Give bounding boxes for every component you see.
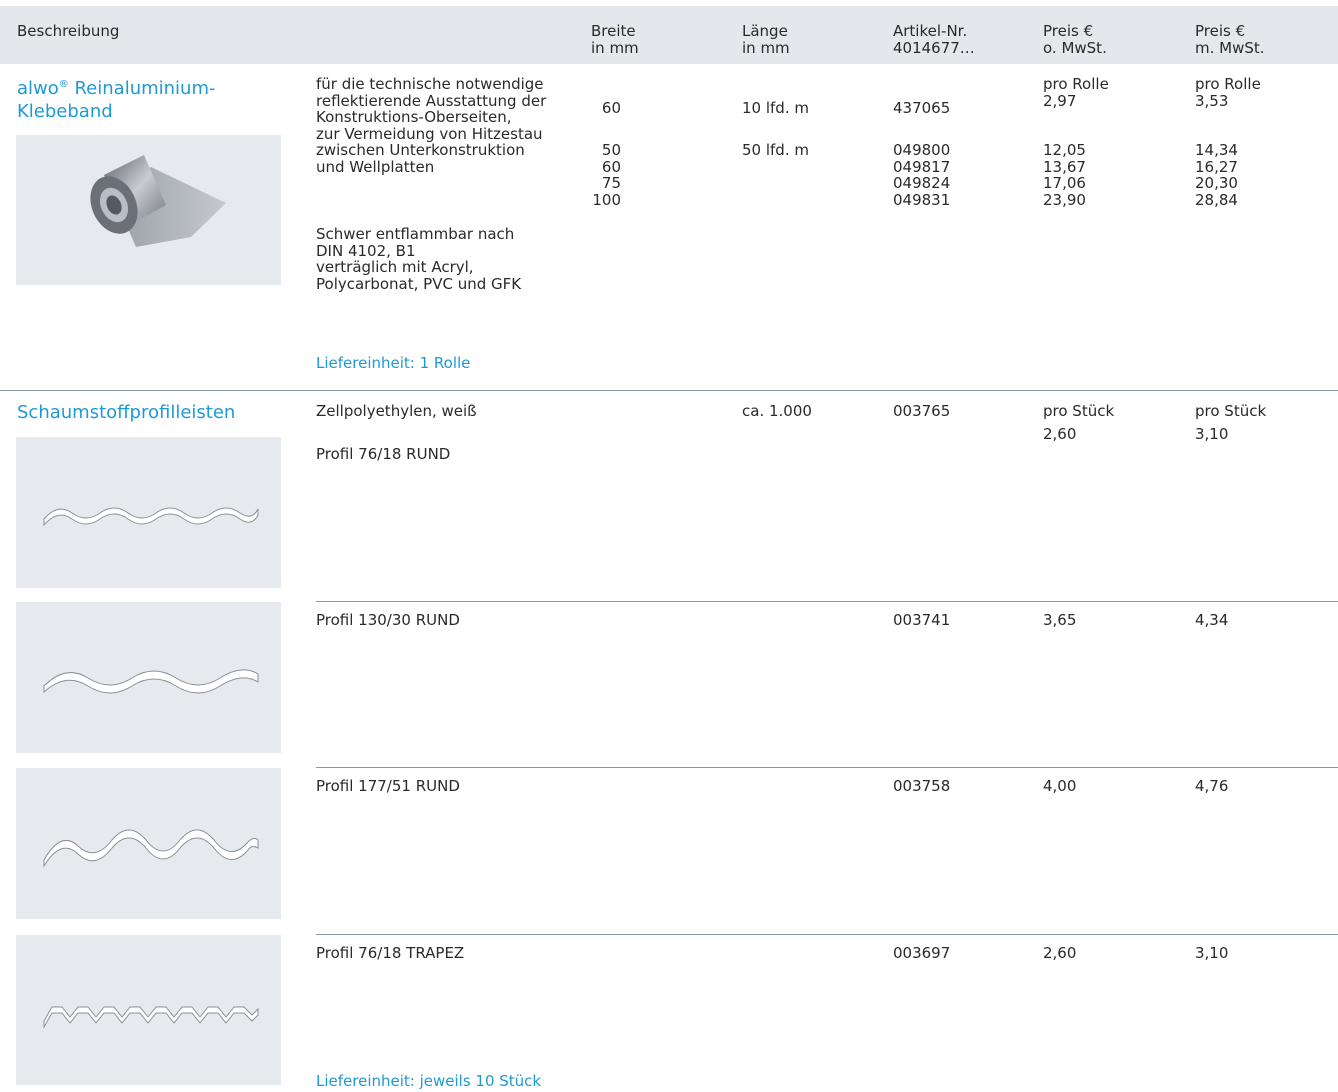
aluminium-tape-description-2: Schwer entflammbar nach DIN 4102, B1 ver… [316, 225, 522, 293]
preis-o-b: 12,05 13,67 17,06 23,90 [1043, 141, 1086, 209]
preis-mit-mwst: 3,10 [1195, 944, 1229, 962]
liefereinheit-stueck: Liefereinheit: jeweils 10 Stück [316, 1072, 542, 1090]
laenge-a: 10 lfd. m [742, 99, 809, 117]
header-breite: Breite in mm [591, 22, 639, 57]
section-title-aluminium-tape: alwo® Reinaluminium- Klebeband [17, 78, 216, 122]
foam-material: Zellpolyethylen, weiß [316, 402, 477, 420]
row-divider [316, 767, 1338, 768]
profil-label: Profil 130/30 RUND [316, 611, 460, 629]
foam-preis-o-label: pro Stück [1043, 402, 1115, 420]
preis-o-a: pro Rolle 2,97 [1043, 75, 1109, 110]
aluminium-tape-roll-icon [90, 155, 226, 247]
profil-label: Profil 76/18 RUND [316, 445, 451, 463]
profil-label: Profil 177/51 RUND [316, 777, 460, 795]
section-divider [0, 390, 1338, 391]
header-beschreibung: Beschreibung [17, 22, 120, 40]
preis-ohne-mwst: 4,00 [1043, 777, 1077, 795]
profile-image [16, 935, 281, 1085]
aluminium-tape-description: für die technische notwendige reflektier… [316, 75, 547, 176]
artikel-nr: 003758 [893, 777, 951, 795]
liefereinheit-rolle: Liefereinheit: 1 Rolle [316, 354, 471, 372]
laenge-b: 50 lfd. m [742, 141, 809, 159]
artikel-a: 437065 [893, 99, 951, 117]
aluminium-tape-image [16, 135, 281, 285]
header-preis-mit-mwst: Preis € m. MwSt. [1195, 22, 1265, 57]
artikel-b: 049800 049817 049824 049831 [893, 141, 951, 209]
row-divider [316, 934, 1338, 935]
artikel-nr: 003741 [893, 611, 951, 629]
row-divider [316, 601, 1338, 602]
preis-mit-mwst: 4,34 [1195, 611, 1229, 629]
round-profile-177-51-icon [43, 829, 259, 868]
breite-a: 60 [601, 99, 621, 117]
table-header: Beschreibung Breite in mm Länge in mm Ar… [0, 6, 1338, 64]
foam-preis-m-label: pro Stück [1195, 402, 1267, 420]
round-profile-76-18-icon [43, 507, 259, 527]
profile-image [16, 602, 281, 753]
profile-image [16, 768, 281, 919]
breite-b: 50 60 75 100 [592, 141, 621, 209]
preis-ohne-mwst: 2,60 [1043, 425, 1077, 443]
artikel-nr: 003765 [893, 402, 951, 420]
section-title-foam-profiles: Schaumstoffprofilleisten [17, 402, 236, 423]
preis-ohne-mwst: 2,60 [1043, 944, 1077, 962]
preis-mit-mwst: 4,76 [1195, 777, 1229, 795]
header-preis-ohne-mwst: Preis € o. MwSt. [1043, 22, 1107, 57]
trapez-profile-76-18-icon [43, 1006, 259, 1029]
header-artikel: Artikel-Nr. 4014677… [893, 22, 975, 57]
preis-mit-mwst: 3,10 [1195, 425, 1229, 443]
profil-label: Profil 76/18 TRAPEZ [316, 944, 465, 962]
artikel-nr: 003697 [893, 944, 951, 962]
preis-m-a: pro Rolle 3,53 [1195, 75, 1261, 110]
profile-image [16, 437, 281, 588]
preis-ohne-mwst: 3,65 [1043, 611, 1077, 629]
foam-laenge: ca. 1.000 [742, 402, 812, 420]
round-profile-130-30-icon [43, 669, 259, 694]
header-laenge: Länge in mm [742, 22, 790, 57]
preis-m-b: 14,34 16,27 20,30 28,84 [1195, 141, 1238, 209]
